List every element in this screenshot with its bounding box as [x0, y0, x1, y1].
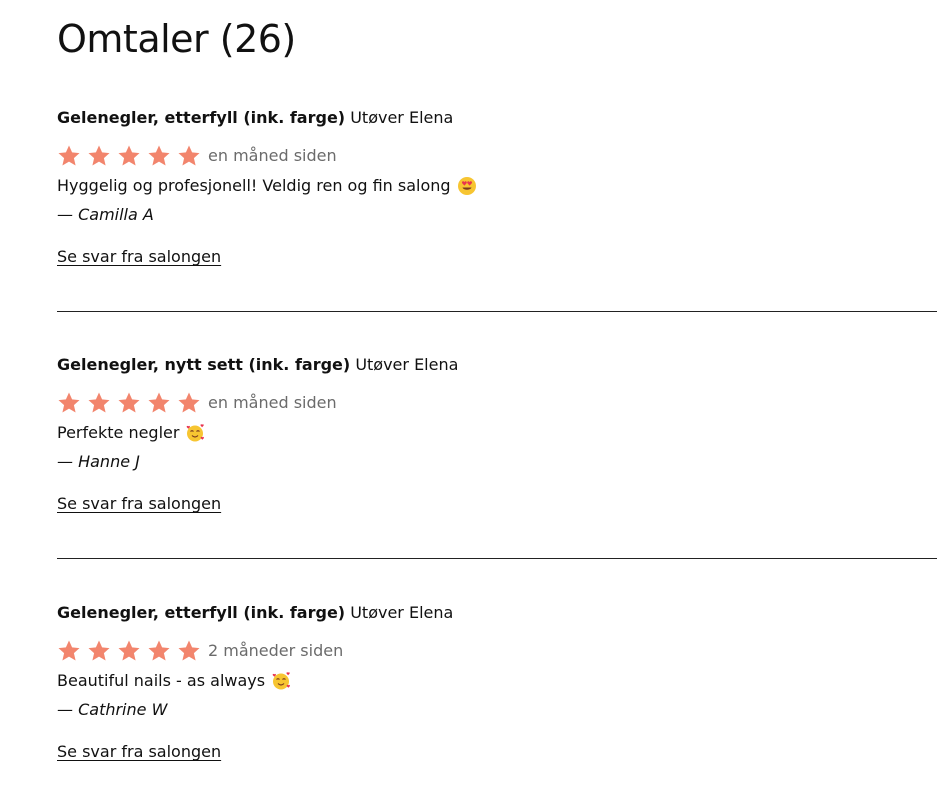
- star-icon: [147, 144, 171, 168]
- heart-eyes-emoji-icon: [457, 176, 477, 196]
- star-icon: [117, 144, 141, 168]
- review-comment-text: Hyggelig og profesjonell! Veldig ren og …: [57, 176, 451, 195]
- page-title: Omtaler (26): [57, 17, 296, 61]
- rating-row: en måned siden: [57, 142, 937, 170]
- review-author: — Cathrine W: [57, 700, 168, 719]
- star-rating: [57, 144, 207, 168]
- star-icon: [57, 639, 81, 663]
- review-comment: Perfekte negler: [57, 420, 937, 446]
- review-comment-text: Perfekte negler: [57, 423, 180, 442]
- review-service-line: Gelenegler, etterfyll (ink. farge) Utøve…: [57, 105, 937, 131]
- reviews-page: Omtaler (26) Gelenegler, etterfyll (ink.…: [0, 0, 942, 792]
- star-rating: [57, 639, 207, 663]
- rating-row: 2 måneder siden: [57, 637, 937, 665]
- star-icon: [177, 144, 201, 168]
- service-name: Gelenegler, etterfyll (ink. farge): [57, 108, 346, 127]
- review-time: en måned siden: [208, 393, 337, 412]
- star-icon: [147, 391, 171, 415]
- review-author: — Camilla A: [57, 205, 154, 224]
- star-icon: [57, 144, 81, 168]
- review-service-line: Gelenegler, nytt sett (ink. farge) Utøve…: [57, 352, 937, 378]
- star-icon: [117, 639, 141, 663]
- review-time: 2 måneder siden: [208, 641, 344, 660]
- star-icon: [87, 639, 111, 663]
- rating-row: en måned siden: [57, 389, 937, 417]
- star-icon: [117, 391, 141, 415]
- review-time: en måned siden: [208, 146, 337, 165]
- review-item: Gelenegler, etterfyll (ink. farge) Utøve…: [57, 105, 937, 269]
- star-rating: [57, 391, 207, 415]
- smiling-face-with-hearts-emoji-icon: [271, 671, 291, 691]
- review-divider: [57, 558, 937, 559]
- performer-name: Utøver Elena: [350, 603, 454, 622]
- review-comment-text: Beautiful nails - as always: [57, 671, 266, 690]
- performer-name: Utøver Elena: [355, 355, 459, 374]
- see-salon-reply-link[interactable]: Se svar fra salongen: [57, 492, 221, 516]
- service-name: Gelenegler, etterfyll (ink. farge): [57, 603, 346, 622]
- review-item: Gelenegler, etterfyll (ink. farge) Utøve…: [57, 600, 937, 764]
- star-icon: [177, 391, 201, 415]
- star-icon: [177, 639, 201, 663]
- see-salon-reply-link[interactable]: Se svar fra salongen: [57, 740, 221, 764]
- review-comment: Beautiful nails - as always: [57, 668, 937, 694]
- review-divider: [57, 311, 937, 312]
- performer-name: Utøver Elena: [350, 108, 454, 127]
- smiling-face-with-hearts-emoji-icon: [185, 423, 205, 443]
- star-icon: [57, 391, 81, 415]
- service-name: Gelenegler, nytt sett (ink. farge): [57, 355, 351, 374]
- review-author: — Hanne J: [57, 452, 140, 471]
- star-icon: [147, 639, 171, 663]
- review-service-line: Gelenegler, etterfyll (ink. farge) Utøve…: [57, 600, 937, 626]
- star-icon: [87, 391, 111, 415]
- review-item: Gelenegler, nytt sett (ink. farge) Utøve…: [57, 352, 937, 516]
- review-comment: Hyggelig og profesjonell! Veldig ren og …: [57, 173, 937, 199]
- star-icon: [87, 144, 111, 168]
- see-salon-reply-link[interactable]: Se svar fra salongen: [57, 245, 221, 269]
